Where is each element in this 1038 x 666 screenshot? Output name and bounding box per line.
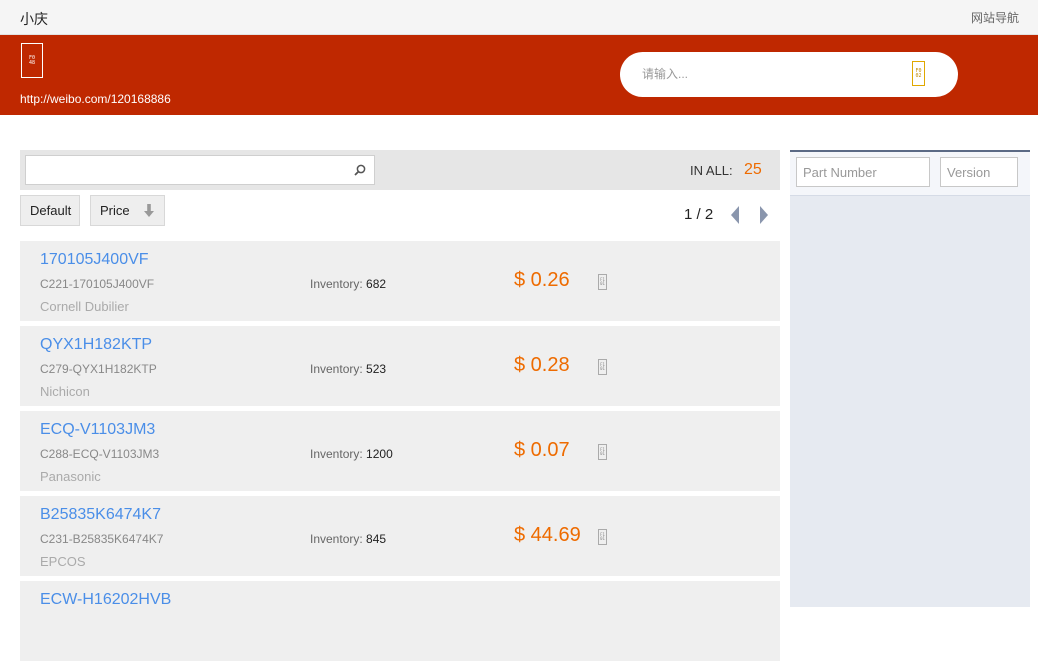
filter-bar: IN ALL: 25 (20, 150, 780, 190)
part-code: C288-ECQ-V1103JM3 (40, 447, 160, 461)
list-item: B25835K6474K7 C231-B25835K6474K7 EPCOS I… (20, 496, 780, 576)
part-code: C279-QYX1H182KTP (40, 362, 157, 376)
filter-input-box (25, 155, 375, 185)
inventory: Inventory: 523 (310, 362, 386, 376)
part-code: C231-B25835K6474K7 (40, 532, 164, 546)
part-number-field[interactable] (796, 157, 930, 187)
part-number-link[interactable]: 170105J400VF (40, 251, 149, 269)
top-bar: 小庆 网站导航 (0, 0, 1038, 35)
part-manufacturer: EPCOS (40, 554, 86, 569)
part-number-link[interactable]: B25835K6474K7 (40, 506, 161, 524)
cart-glyph: F101 (600, 362, 605, 371)
cart-glyph: F101 (600, 532, 605, 541)
site-nav-link[interactable]: 网站导航 (971, 9, 1019, 26)
part-manufacturer: Panasonic (40, 469, 101, 484)
part-number-link[interactable]: ECW-H16202HVB (40, 591, 171, 609)
part-list: 170105J400VF C221-170105J400VF Cornell D… (20, 241, 780, 666)
pager-prev-icon[interactable] (728, 205, 742, 225)
inventory: Inventory: 845 (310, 532, 386, 546)
filter-input[interactable] (32, 161, 342, 179)
in-all-count: 25 (744, 161, 762, 178)
inventory-label: Inventory: (310, 447, 363, 461)
price: $ 44.69 (514, 524, 581, 546)
search-glyph: F002 (915, 67, 922, 79)
brand-name[interactable]: 小庆 (20, 9, 48, 29)
pager-next-icon[interactable] (757, 205, 771, 225)
inventory-label: Inventory: (310, 362, 363, 376)
inventory-value: 523 (366, 362, 387, 376)
sort-price-button[interactable]: Price (90, 195, 165, 226)
inventory-label: Inventory: (310, 277, 363, 291)
part-manufacturer: Nichicon (40, 384, 90, 399)
header-search-button[interactable]: F002 (912, 61, 925, 86)
inventory: Inventory: 682 (310, 277, 386, 291)
header-banner: F048 http://weibo.com/120168886 F002 (0, 35, 1038, 115)
price: $ 0.28 (514, 354, 570, 376)
cart-glyph: F101 (600, 447, 605, 456)
list-item: 170105J400VF C221-170105J400VF Cornell D… (20, 241, 780, 321)
inventory: Inventory: 1200 (310, 447, 393, 461)
cart-icon[interactable]: F101 (598, 444, 607, 460)
cart-icon[interactable]: F101 (598, 274, 607, 290)
inventory-value: 682 (366, 277, 387, 291)
version-field[interactable] (940, 157, 1018, 187)
sort-default-button[interactable]: Default (20, 195, 80, 226)
inventory-label: Inventory: (310, 532, 363, 546)
part-code: C221-170105J400VF (40, 277, 155, 291)
cart-icon[interactable]: F101 (598, 529, 607, 545)
search-icon[interactable] (354, 164, 366, 176)
cart-glyph: F101 (600, 277, 605, 286)
part-manufacturer: Cornell Dubilier (40, 299, 129, 314)
list-item: ECW-H16202HVB (20, 581, 780, 661)
list-item: QYX1H182KTP C279-QYX1H182KTP Nichicon In… (20, 326, 780, 406)
sort-default-label: Default (30, 203, 72, 218)
price: $ 0.07 (514, 439, 570, 461)
pager-indicator: 1 / 2 (684, 206, 714, 223)
logo-icon[interactable]: F048 (21, 43, 43, 78)
header-search-box: F002 (620, 52, 958, 97)
cart-icon[interactable]: F101 (598, 359, 607, 375)
arrow-down-icon (144, 204, 154, 217)
list-item: ECQ-V1103JM3 C288-ECQ-V1103JM3 Panasonic… (20, 411, 780, 491)
in-all-label: IN ALL: (690, 163, 733, 178)
side-filter-bar (790, 152, 1030, 196)
inventory-value: 845 (366, 532, 387, 546)
logo-glyph: F048 (28, 54, 36, 66)
sort-price-label: Price (100, 203, 130, 218)
side-panel (790, 150, 1030, 607)
inventory-value: 1200 (366, 447, 393, 461)
part-number-link[interactable]: QYX1H182KTP (40, 336, 152, 354)
part-number-link[interactable]: ECQ-V1103JM3 (40, 421, 155, 439)
price: $ 0.26 (514, 269, 570, 291)
weibo-link[interactable]: http://weibo.com/120168886 (20, 92, 171, 106)
header-search-input[interactable] (642, 64, 902, 84)
